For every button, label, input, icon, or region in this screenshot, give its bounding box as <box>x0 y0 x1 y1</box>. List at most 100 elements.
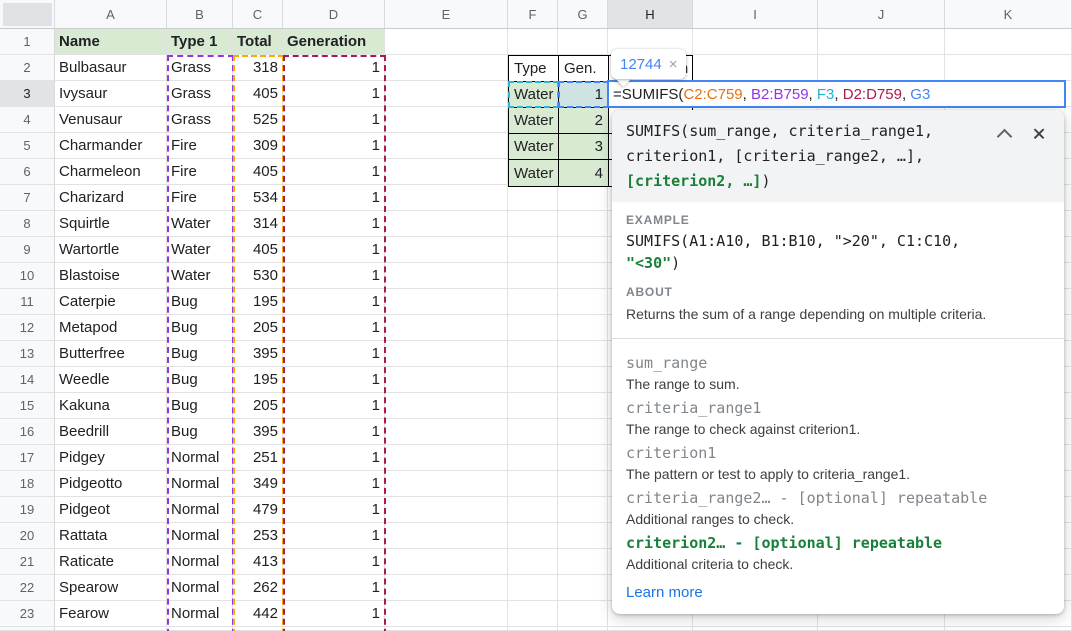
cell-D14[interactable]: 1 <box>283 367 385 393</box>
cell-B21[interactable]: Normal <box>167 549 233 575</box>
row-header-20[interactable]: 20 <box>0 523 55 549</box>
cell-J[interactable] <box>818 627 945 631</box>
cell-B16[interactable]: Bug <box>167 419 233 445</box>
cell-E15[interactable] <box>385 393 508 419</box>
cell-D15[interactable]: 1 <box>283 393 385 419</box>
cell-C12[interactable]: 205 <box>233 315 283 341</box>
cell-C4[interactable]: 525 <box>233 107 283 133</box>
row-header-10[interactable]: 10 <box>0 263 55 289</box>
cell-C20[interactable]: 253 <box>233 523 283 549</box>
cell-H[interactable] <box>608 627 693 631</box>
cell-G18[interactable] <box>558 471 608 497</box>
cell-E8[interactable] <box>385 211 508 237</box>
cell-E20[interactable] <box>385 523 508 549</box>
cell-A11[interactable]: Caterpie <box>55 289 167 315</box>
cell-E9[interactable] <box>385 237 508 263</box>
cell-F18[interactable] <box>508 471 558 497</box>
cell-G21[interactable] <box>558 549 608 575</box>
cell-D9[interactable]: 1 <box>283 237 385 263</box>
cell-A15[interactable]: Kakuna <box>55 393 167 419</box>
cell-C9[interactable]: 405 <box>233 237 283 263</box>
row-header-4[interactable]: 4 <box>0 107 55 133</box>
cell-B3[interactable]: Grass <box>167 81 233 107</box>
row-header-partial[interactable] <box>0 627 55 631</box>
cell-C2[interactable]: 318 <box>233 55 283 81</box>
cell-G1[interactable] <box>558 29 608 55</box>
cell-E17[interactable] <box>385 445 508 471</box>
cell-D12[interactable]: 1 <box>283 315 385 341</box>
cell-G[interactable] <box>558 627 608 631</box>
cell-G22[interactable] <box>558 575 608 601</box>
cell-G7[interactable] <box>558 185 608 211</box>
cell-F19[interactable] <box>508 497 558 523</box>
cell-G23[interactable] <box>558 601 608 627</box>
cell-E12[interactable] <box>385 315 508 341</box>
column-header-G[interactable]: G <box>558 0 608 28</box>
cell-F17[interactable] <box>508 445 558 471</box>
cell-C8[interactable]: 314 <box>233 211 283 237</box>
cell-E19[interactable] <box>385 497 508 523</box>
cell-G8[interactable] <box>558 211 608 237</box>
column-header-K[interactable]: K <box>945 0 1072 28</box>
cell-F20[interactable] <box>508 523 558 549</box>
column-header-B[interactable]: B <box>167 0 233 28</box>
row-header-21[interactable]: 21 <box>0 549 55 575</box>
cell-B22[interactable]: Normal <box>167 575 233 601</box>
column-header-A[interactable]: A <box>55 0 167 28</box>
cell-G16[interactable] <box>558 419 608 445</box>
summary-gen-cell[interactable]: 3 <box>559 134 609 160</box>
cell-A20[interactable]: Rattata <box>55 523 167 549</box>
cell-F23[interactable] <box>508 601 558 627</box>
cell-G19[interactable] <box>558 497 608 523</box>
row-header-7[interactable]: 7 <box>0 185 55 211</box>
cell-A4[interactable]: Venusaur <box>55 107 167 133</box>
cell-C15[interactable]: 205 <box>233 393 283 419</box>
learn-more-link[interactable]: Learn more <box>626 584 703 601</box>
cell-B9[interactable]: Water <box>167 237 233 263</box>
cell-G15[interactable] <box>558 393 608 419</box>
cell-F8[interactable] <box>508 211 558 237</box>
cell-B20[interactable]: Normal <box>167 523 233 549</box>
cell-E18[interactable] <box>385 471 508 497</box>
row-header-22[interactable]: 22 <box>0 575 55 601</box>
cell-G20[interactable] <box>558 523 608 549</box>
cell-E[interactable] <box>385 627 508 631</box>
cell-C21[interactable]: 413 <box>233 549 283 575</box>
row-header-16[interactable]: 16 <box>0 419 55 445</box>
cell-C19[interactable]: 479 <box>233 497 283 523</box>
cell-C17[interactable]: 251 <box>233 445 283 471</box>
close-icon[interactable]: × <box>1032 126 1046 142</box>
cell-F10[interactable] <box>508 263 558 289</box>
cell-C5[interactable]: 309 <box>233 133 283 159</box>
cell-B19[interactable]: Normal <box>167 497 233 523</box>
cell-A10[interactable]: Blastoise <box>55 263 167 289</box>
cell-F15[interactable] <box>508 393 558 419</box>
row-header-11[interactable]: 11 <box>0 289 55 315</box>
row-header-8[interactable]: 8 <box>0 211 55 237</box>
column-header-J[interactable]: J <box>818 0 945 28</box>
cell-B23[interactable]: Normal <box>167 601 233 627</box>
cell-F[interactable] <box>508 627 558 631</box>
row-header-6[interactable]: 6 <box>0 159 55 185</box>
cell-E13[interactable] <box>385 341 508 367</box>
cell-B10[interactable]: Water <box>167 263 233 289</box>
cell-A[interactable] <box>55 627 167 631</box>
cell-I2[interactable] <box>693 55 818 81</box>
cell-E10[interactable] <box>385 263 508 289</box>
summary-type-cell[interactable]: Water <box>509 108 559 134</box>
cell-B11[interactable]: Bug <box>167 289 233 315</box>
summary-type-cell[interactable]: Water <box>509 160 559 186</box>
cell-A18[interactable]: Pidgeotto <box>55 471 167 497</box>
cell-D20[interactable]: 1 <box>283 523 385 549</box>
cell-J2[interactable] <box>818 55 945 81</box>
cell-A5[interactable]: Charmander <box>55 133 167 159</box>
cell-D16[interactable]: 1 <box>283 419 385 445</box>
cell-I[interactable] <box>693 627 818 631</box>
cell-A22[interactable]: Spearow <box>55 575 167 601</box>
column-header-E[interactable]: E <box>385 0 508 28</box>
summary-type-cell[interactable]: Water <box>509 82 559 108</box>
row-header-1[interactable]: 1 <box>0 29 55 55</box>
formula-editor[interactable]: =SUMIFS(C2:C759, B2:B759, F3, D2:D759, G… <box>607 80 1066 108</box>
cell-G14[interactable] <box>558 367 608 393</box>
cell-F21[interactable] <box>508 549 558 575</box>
